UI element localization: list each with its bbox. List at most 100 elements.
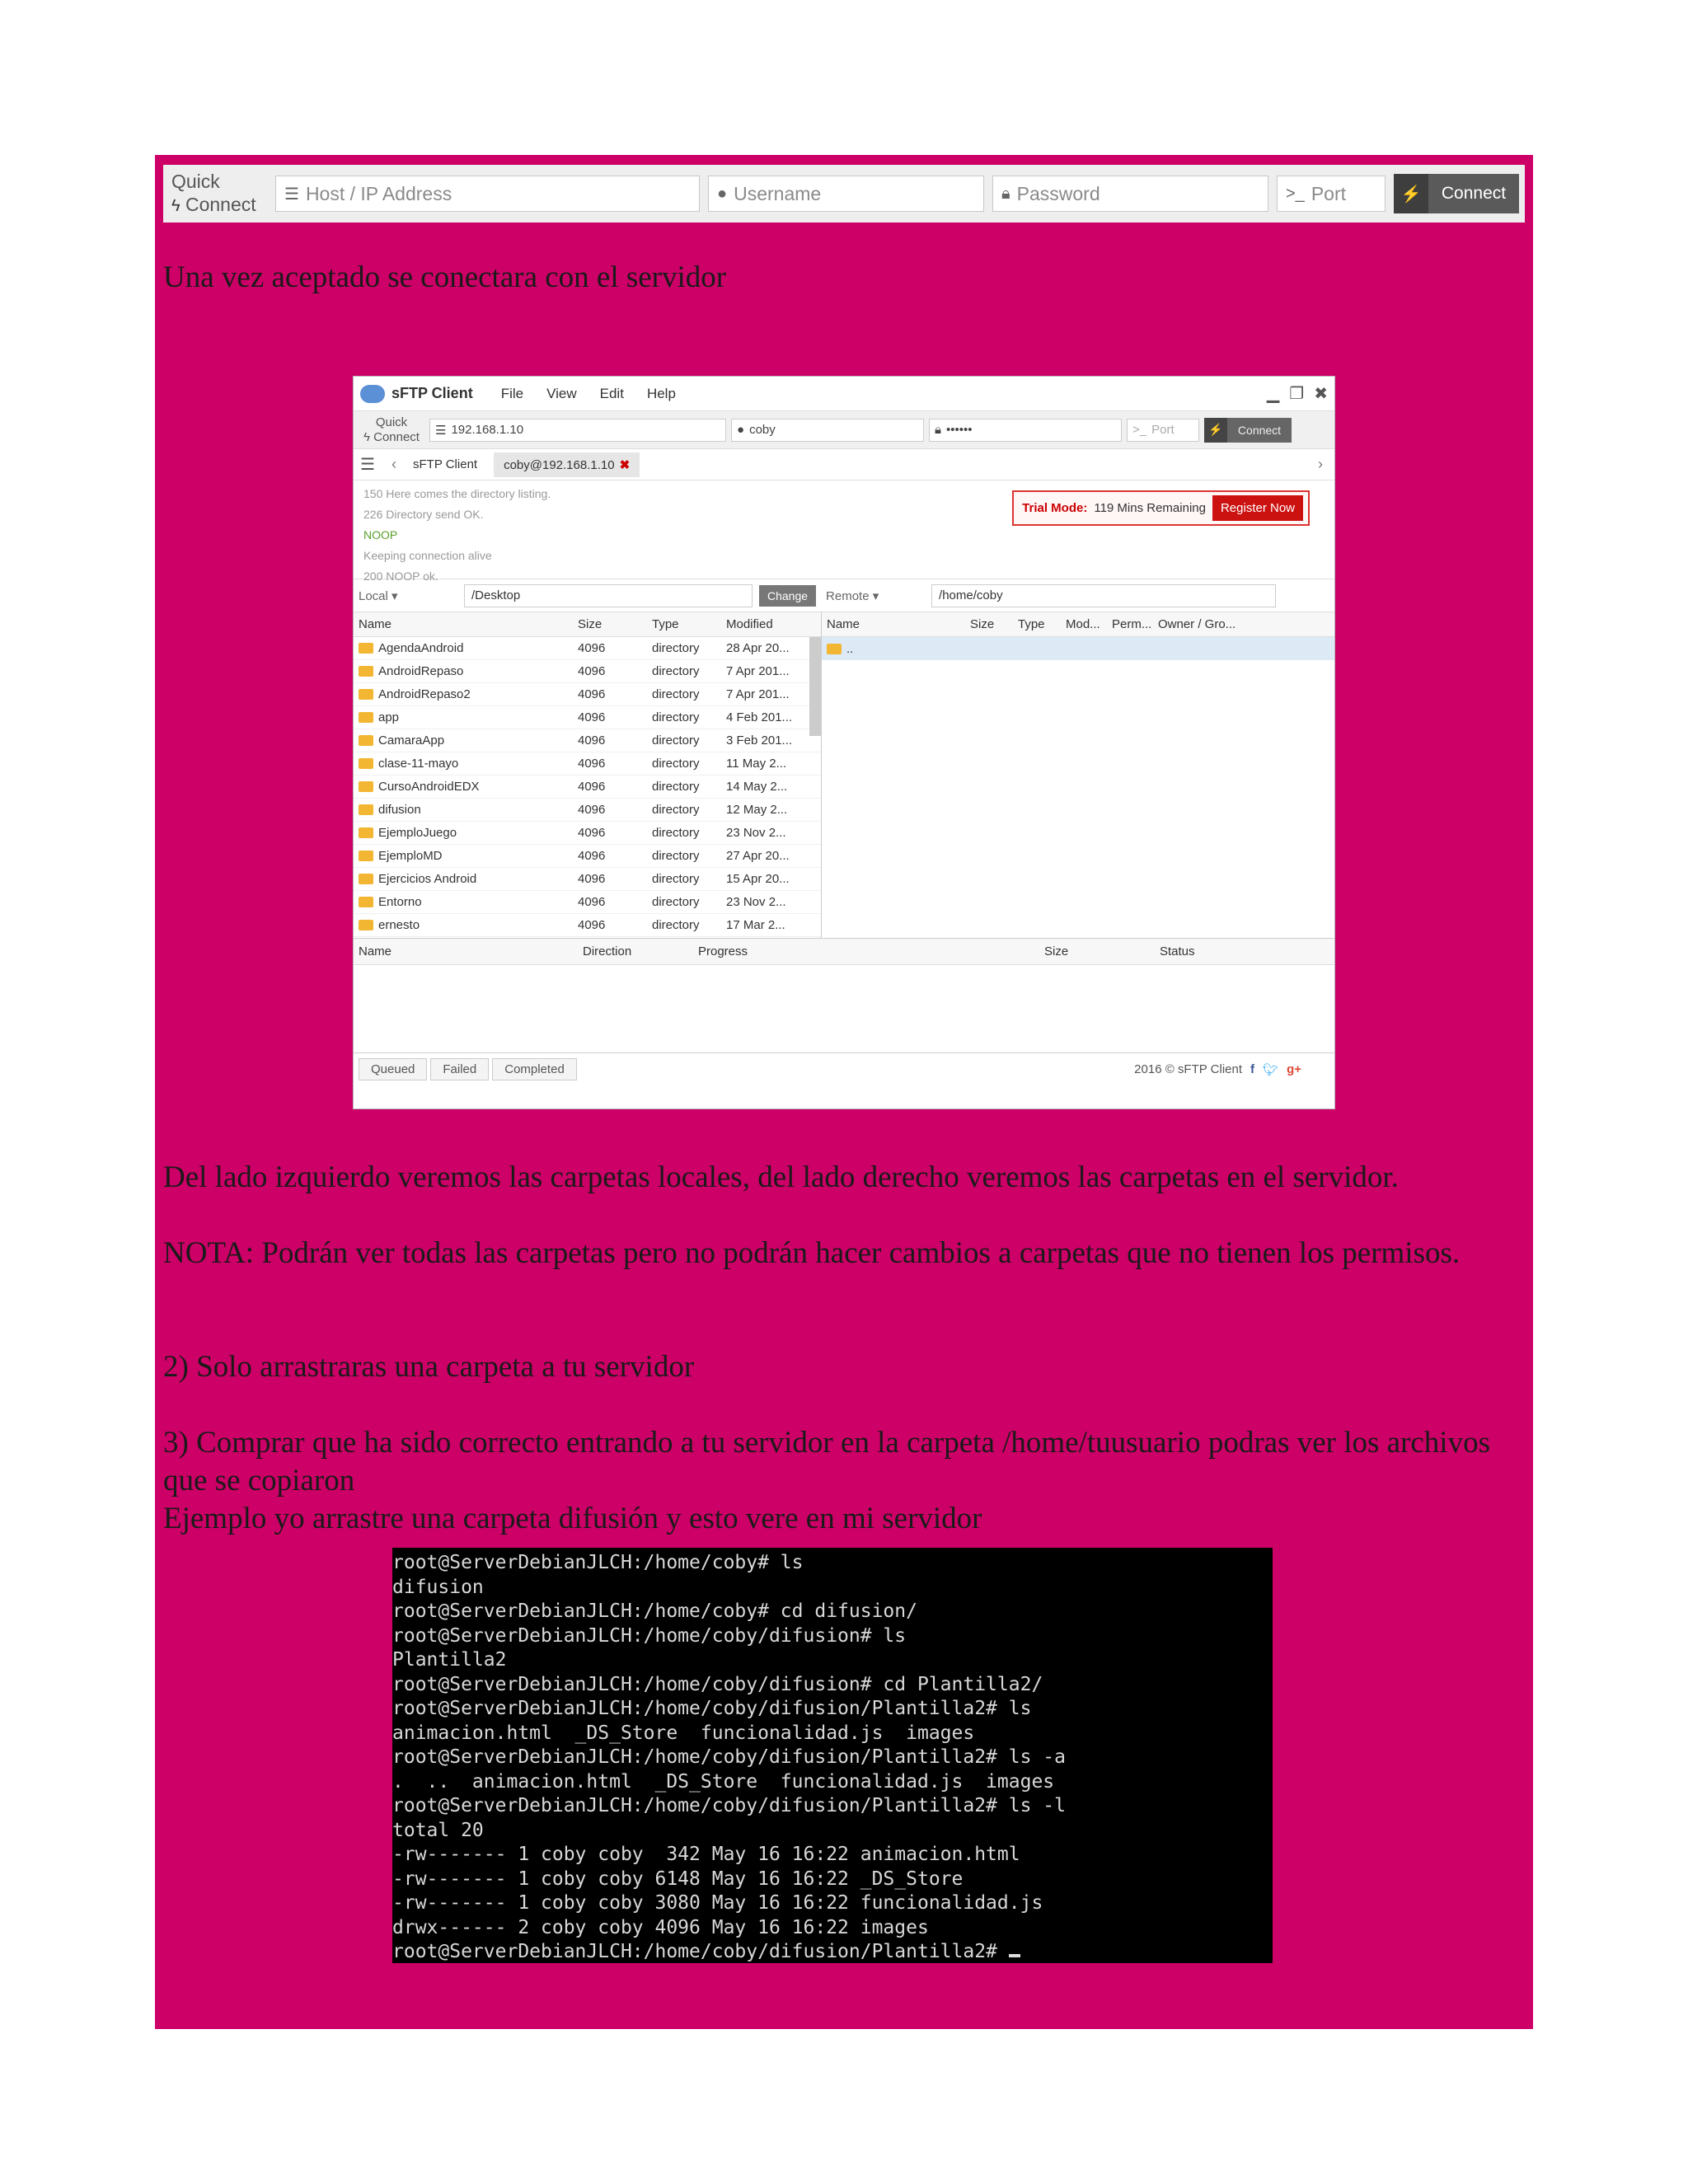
sftp-username-input[interactable]: ● coby — [731, 418, 924, 442]
table-row[interactable]: clase-11-mayo 4096 directory 11 May 2... — [354, 752, 821, 776]
tab-queued[interactable]: Queued — [359, 1058, 428, 1080]
terminal-line: Plantilla2 — [392, 1649, 507, 1671]
page-background: Quick ϟ Connect ☰ Host / IP Address ● Us… — [155, 155, 1533, 2029]
queue-body — [354, 965, 1334, 1052]
table-row[interactable]: AndroidRepaso2 4096 directory 7 Apr 201... — [354, 683, 821, 706]
footer-bar: Queued Failed Completed 2016 © sFTP Clie… — [354, 1052, 1334, 1085]
quick-connect-bar: Quick ϟ Connect ☰ Host / IP Address ● Us… — [163, 165, 1525, 223]
twitter-icon[interactable]: 🐦︎ — [1263, 1062, 1278, 1077]
table-row[interactable]: EjemploJuego 4096 directory 23 Nov 2... — [354, 822, 821, 845]
facebook-icon[interactable]: f — [1250, 1062, 1254, 1076]
terminal-icon: >_ — [1286, 184, 1305, 203]
sftp-port-input[interactable]: >_ Port — [1127, 418, 1199, 442]
menu-bar: sFTP Client File View Edit Help ▁ ❐ ✖ — [354, 377, 1334, 411]
folder-icon — [359, 758, 373, 769]
paragraph-1: Una vez aceptado se conectara con el ser… — [163, 260, 727, 294]
terminal-line: -rw------- 1 coby coby 342 May 16 16:22 … — [392, 1844, 1020, 1865]
remote-selector[interactable]: Remote ▾ — [826, 588, 925, 603]
folder-icon — [359, 712, 373, 723]
menu-file[interactable]: File — [501, 386, 523, 402]
sftp-quick-connect-label: Quick ϟ Connect — [363, 415, 420, 444]
host-input[interactable]: ☰ Host / IP Address — [275, 176, 700, 212]
table-row[interactable]: ernesto 4096 directory 17 Mar 2... — [354, 914, 821, 937]
remote-path-input[interactable]: /home/coby — [931, 583, 1277, 607]
user-icon: ● — [737, 423, 745, 437]
close-icon[interactable]: ✖ — [1314, 383, 1328, 404]
remote-pane: Name Size Type Mod... Perm... Owner / Gr… — [822, 612, 1334, 938]
hamburger-icon[interactable]: ☰ — [360, 454, 385, 475]
googleplus-icon[interactable]: g+ — [1287, 1062, 1301, 1076]
minimize-icon[interactable]: ▁ — [1267, 383, 1279, 404]
folder-icon — [359, 735, 373, 746]
chevron-left-icon[interactable]: ‹ — [392, 456, 396, 473]
table-row[interactable]: app 4096 directory 4 Feb 201... — [354, 706, 821, 729]
trial-banner: Trial Mode: 119 Mins Remaining Register … — [1012, 490, 1310, 526]
table-row[interactable]: Ejercicios Android 4096 directory 15 Apr 20… — [354, 868, 821, 891]
maximize-icon[interactable]: ❐ — [1289, 383, 1304, 404]
folder-icon — [359, 804, 373, 815]
folder-icon — [359, 851, 373, 861]
port-input[interactable]: >_ Port — [1277, 176, 1386, 212]
terminal-line: drwx------ 2 coby coby 4096 May 16 16:22… — [392, 1916, 929, 1938]
queue-header: Name Direction Progress Size Status — [354, 939, 1334, 965]
terminal-icon: >_ — [1132, 423, 1147, 437]
lock-icon: 🔒︎ — [935, 423, 941, 437]
sftp-password-input[interactable]: 🔒︎ •••••• — [929, 418, 1122, 442]
menu-view[interactable]: View — [546, 386, 577, 402]
server-icon: ☰ — [284, 185, 299, 204]
table-row[interactable]: CursoAndroidEDX 4096 directory 14 May 2... — [354, 776, 821, 799]
paragraph-6: Ejemplo yo arrastre una carpeta difusión… — [163, 1502, 982, 1535]
change-button[interactable]: Change — [759, 584, 817, 607]
server-icon: ☰ — [435, 423, 447, 438]
folder-icon — [359, 781, 373, 792]
menu-edit[interactable]: Edit — [600, 386, 624, 402]
terminal-line: root@ServerDebianJLCH:/home/coby/difusio… — [392, 1940, 1273, 1963]
terminal-line: . .. animacion.html _DS_Store funcionali… — [392, 1770, 1055, 1793]
terminal-screenshot: root@ServerDebianJLCH:/home/coby# ls difu… — [392, 1548, 1273, 1963]
lock-icon: 🔒︎ — [1001, 184, 1010, 203]
paragraph-3: NOTA: Podrán ver todas las carpetas pero… — [163, 1236, 1461, 1270]
sftp-host-input[interactable]: ☰ 192.168.1.10 — [429, 418, 726, 442]
plug-icon: ⚡ — [1204, 417, 1227, 443]
sftp-connect-button[interactable]: ⚡ Connect — [1204, 417, 1292, 443]
table-row[interactable]: AndroidRepaso 4096 directory 7 Apr 201... — [354, 660, 821, 683]
tab-sftp-client[interactable]: sFTP Client — [403, 452, 487, 476]
local-path-input[interactable]: /Desktop — [464, 583, 753, 607]
table-row[interactable]: difusion 4096 directory 12 May 2... — [354, 799, 821, 822]
app-title: sFTP Client — [392, 385, 473, 401]
username-input[interactable]: ● Username — [708, 176, 984, 212]
terminal-line: root@ServerDebianJLCH:/home/coby/difusio… — [392, 1673, 1043, 1695]
folder-icon — [827, 643, 842, 654]
sftp-quick-connect: Quick ϟ Connect ☰ 192.168.1.10 ● coby 🔒︎ ••… — [354, 411, 1334, 449]
connect-button[interactable]: ⚡ Connect — [1394, 174, 1519, 213]
quick-connect-label: Quick ϟ Connect — [171, 171, 256, 215]
paragraph-5: 3) Comprar que ha sido correcto entrando… — [163, 1426, 1490, 1497]
chevron-right-icon[interactable]: › — [1318, 456, 1323, 473]
terminal-line: root@ServerDebianJLCH:/home/coby/difusio… — [392, 1624, 907, 1647]
password-input[interactable]: 🔒︎ Password — [992, 176, 1268, 212]
tab-completed[interactable]: Completed — [492, 1058, 577, 1080]
local-selector[interactable]: Local ▾ — [359, 588, 457, 603]
terminal-line: root@ServerDebianJLCH:/home/coby/difusio… — [392, 1746, 1066, 1768]
table-row[interactable]: AgendaAndroid 4096 directory 28 Apr 20... — [354, 637, 821, 660]
folder-icon — [359, 666, 373, 677]
plug-icon: ⚡ — [1394, 174, 1428, 213]
file-panes: Name Size Type Modified AgendaAndroid 409… — [354, 612, 1334, 939]
table-row[interactable]: EjemploMD 4096 directory 27 Apr 20... — [354, 845, 821, 868]
remote-row-parent[interactable]: .. — [822, 637, 1334, 660]
bolt-icon: ϟ — [171, 197, 181, 215]
paragraph-4: 2) Solo arrastraras una carpeta a tu ser… — [163, 1350, 695, 1384]
terminal-line: root@ServerDebianJLCH:/home/coby/difusio… — [392, 1795, 1066, 1816]
log-panel: 150 Here comes the directory listing. 22… — [354, 480, 1334, 583]
register-now-button[interactable]: Register Now — [1212, 495, 1303, 521]
table-row[interactable]: CamaraApp 4096 directory 3 Feb 201... — [354, 729, 821, 752]
folder-icon — [359, 874, 373, 884]
table-row[interactable]: Entorno 4096 directory 23 Nov 2... — [354, 891, 821, 914]
folder-icon — [359, 897, 373, 907]
close-tab-icon[interactable]: ✖ — [620, 458, 631, 472]
menu-help[interactable]: Help — [647, 386, 676, 402]
local-scrollbar[interactable] — [809, 637, 821, 736]
tab-failed[interactable]: Failed — [430, 1058, 490, 1080]
local-table-header: Name Size Type Modified — [354, 612, 821, 637]
tab-coby-session[interactable]: coby@192.168.1.10 ✖ — [494, 452, 640, 477]
